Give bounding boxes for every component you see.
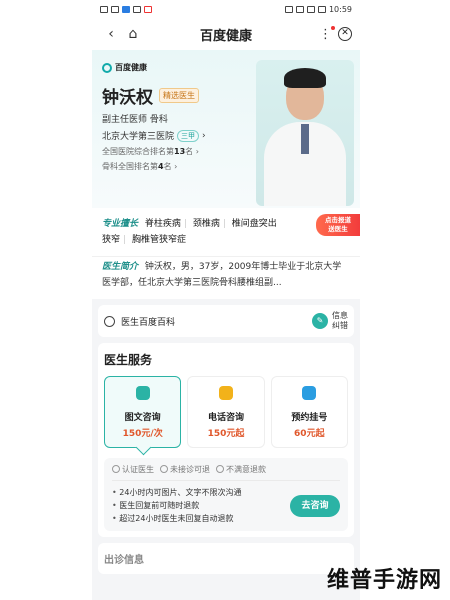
guarantee-row: 认证医生 未接诊可退 不满意退款 (112, 464, 340, 481)
service-cards: 图文咨询 150元/次 电话咨询 150元起 预约挂号 60元起 (104, 376, 348, 448)
chevron-right-icon: › (202, 130, 206, 141)
specialty-tag: 胸椎管狭窄症 (131, 235, 186, 245)
rank-prefix: 骨科全国排名第 (102, 162, 158, 171)
doctor-header-card: 百度健康 钟沃权 精选医生 副主任医师 骨科 北京大学第三医院 三甲 › 全国医… (92, 50, 360, 208)
wifi-icon (306, 5, 315, 13)
edit-icon: ✎ (312, 313, 328, 329)
hospital-level-badge: 三甲 (177, 129, 200, 142)
card-name: 预约挂号 (291, 413, 328, 423)
guarantee-item: 认证医生 (112, 464, 154, 475)
chat-icon (135, 386, 150, 400)
chevron-right-icon: › (195, 147, 199, 156)
info-correction-button[interactable]: ✎ 信息 纠错 (312, 311, 348, 331)
battery-icon (317, 5, 326, 13)
doctor-photo (256, 60, 354, 206)
card-price: 150元起 (207, 429, 245, 439)
chevron-right-icon: › (174, 162, 178, 171)
phone-icon (218, 386, 233, 400)
notification-icon (133, 5, 141, 13)
check-circle-icon (112, 465, 120, 473)
info-fix-line1: 信息 (332, 311, 348, 320)
intro-label: 医生简介 (102, 262, 139, 272)
card-price: 60元起 (294, 429, 325, 439)
notification-icon (144, 5, 152, 13)
hospital-name: 北京大学第三医院 (102, 132, 175, 142)
baike-label: 医生百度百科 (121, 317, 176, 328)
consult-button[interactable]: 去咨询 (290, 495, 340, 517)
report-tag-line2: 送医生 (328, 225, 348, 233)
service-detail: 认证医生 未接诊可退 不满意退款 24小时内可图片、文字不限次沟通 医生回复前可… (104, 458, 348, 531)
card-price: 150元/次 (122, 429, 163, 439)
clock: 10:59 (328, 4, 352, 14)
service-card-appointment[interactable]: 预约挂号 60元起 (270, 376, 348, 448)
nav-bar: ‹ ⌂ 百度健康 ⋮ ✕ (92, 18, 360, 50)
status-icons-right: 10:59 (284, 4, 352, 14)
photo-tie (301, 124, 309, 154)
more-dots-icon[interactable]: ⋮ (319, 25, 335, 42)
rank-suffix: 名 (163, 162, 172, 171)
photo-hair (284, 68, 326, 88)
specialty-tag: 椎间盘突出 (231, 219, 277, 229)
close-circle-icon[interactable]: ✕ (338, 27, 352, 41)
phone-screen: 10:59 ‹ ⌂ 百度健康 ⋮ ✕ 百度健康 钟沃权 精选医生 副主任医师 骨… (92, 0, 360, 600)
guarantee-text: 未接诊可退 (170, 465, 210, 474)
status-bar: 10:59 (92, 0, 360, 18)
rank-suffix: 名 (185, 147, 194, 156)
info-fix-line2: 纠错 (332, 321, 348, 330)
back-arrow-icon[interactable]: ‹ (100, 26, 122, 42)
logo-icon (102, 62, 112, 73)
guarantee-text: 不满意退款 (226, 465, 266, 474)
featured-badge: 精选医生 (159, 88, 199, 103)
calendar-icon (302, 386, 317, 400)
check-circle-icon (216, 465, 224, 473)
notification-dot (331, 25, 335, 30)
rank-prefix: 全国医院综合排名第 (102, 147, 174, 156)
signal-icon (100, 5, 108, 13)
baike-row[interactable]: 医生百度百科 ✎ 信息 纠错 (98, 305, 354, 337)
app-notification-icon (122, 5, 130, 13)
nfc-icon (284, 5, 293, 13)
report-doctor-tag[interactable]: 点击报道 送医生 (316, 214, 360, 236)
card-name: 图文咨询 (124, 413, 161, 423)
rank-number: 13 (174, 147, 186, 156)
signal-icon (111, 5, 119, 13)
card-name: 电话咨询 (207, 413, 244, 423)
home-icon[interactable]: ⌂ (122, 26, 144, 42)
intro-section[interactable]: 医生简介 钟沃权，男，37岁，2009年博士毕业于北京大学医学部，任北京大学第三… (92, 256, 360, 299)
service-section: 医生服务 图文咨询 150元/次 电话咨询 150元起 预约挂号 60元起 认证… (98, 343, 354, 537)
schedule-section: 出诊信息 (98, 543, 354, 574)
schedule-title: 出诊信息 (104, 555, 144, 566)
service-title: 医生服务 (104, 353, 153, 367)
guarantee-text: 认证医生 (122, 465, 154, 474)
service-card-phone-consult[interactable]: 电话咨询 150元起 (187, 376, 265, 448)
specialty-tag: 狭窄 (102, 235, 121, 245)
specialty-label: 专业擅长 (102, 219, 139, 229)
guarantee-item: 不满意退款 (216, 464, 266, 475)
doctor-name: 钟沃权 (102, 88, 153, 108)
check-circle-icon (160, 465, 168, 473)
specialty-tag: 脊柱疾病 (144, 219, 181, 229)
service-card-text-consult[interactable]: 图文咨询 150元/次 (104, 376, 182, 448)
status-icons-left (100, 5, 152, 13)
report-tag-line1: 点击报道 (325, 216, 351, 224)
specialty-tag: 颈椎病 (192, 219, 220, 229)
guarantee-item: 未接诊可退 (160, 464, 210, 475)
specialty-section: 专业擅长 脊柱疾病 | 颈椎病 | 椎间盘突出 狭窄 | 胸椎管狭窄症 点击报道 送医… (92, 208, 360, 256)
bluetooth-icon (295, 5, 304, 13)
nav-actions: ⋮ ✕ (319, 25, 352, 42)
logo-text: 百度健康 (115, 63, 147, 72)
encyclopedia-icon (104, 315, 115, 327)
site-watermark: 维普手游网 (326, 568, 442, 593)
